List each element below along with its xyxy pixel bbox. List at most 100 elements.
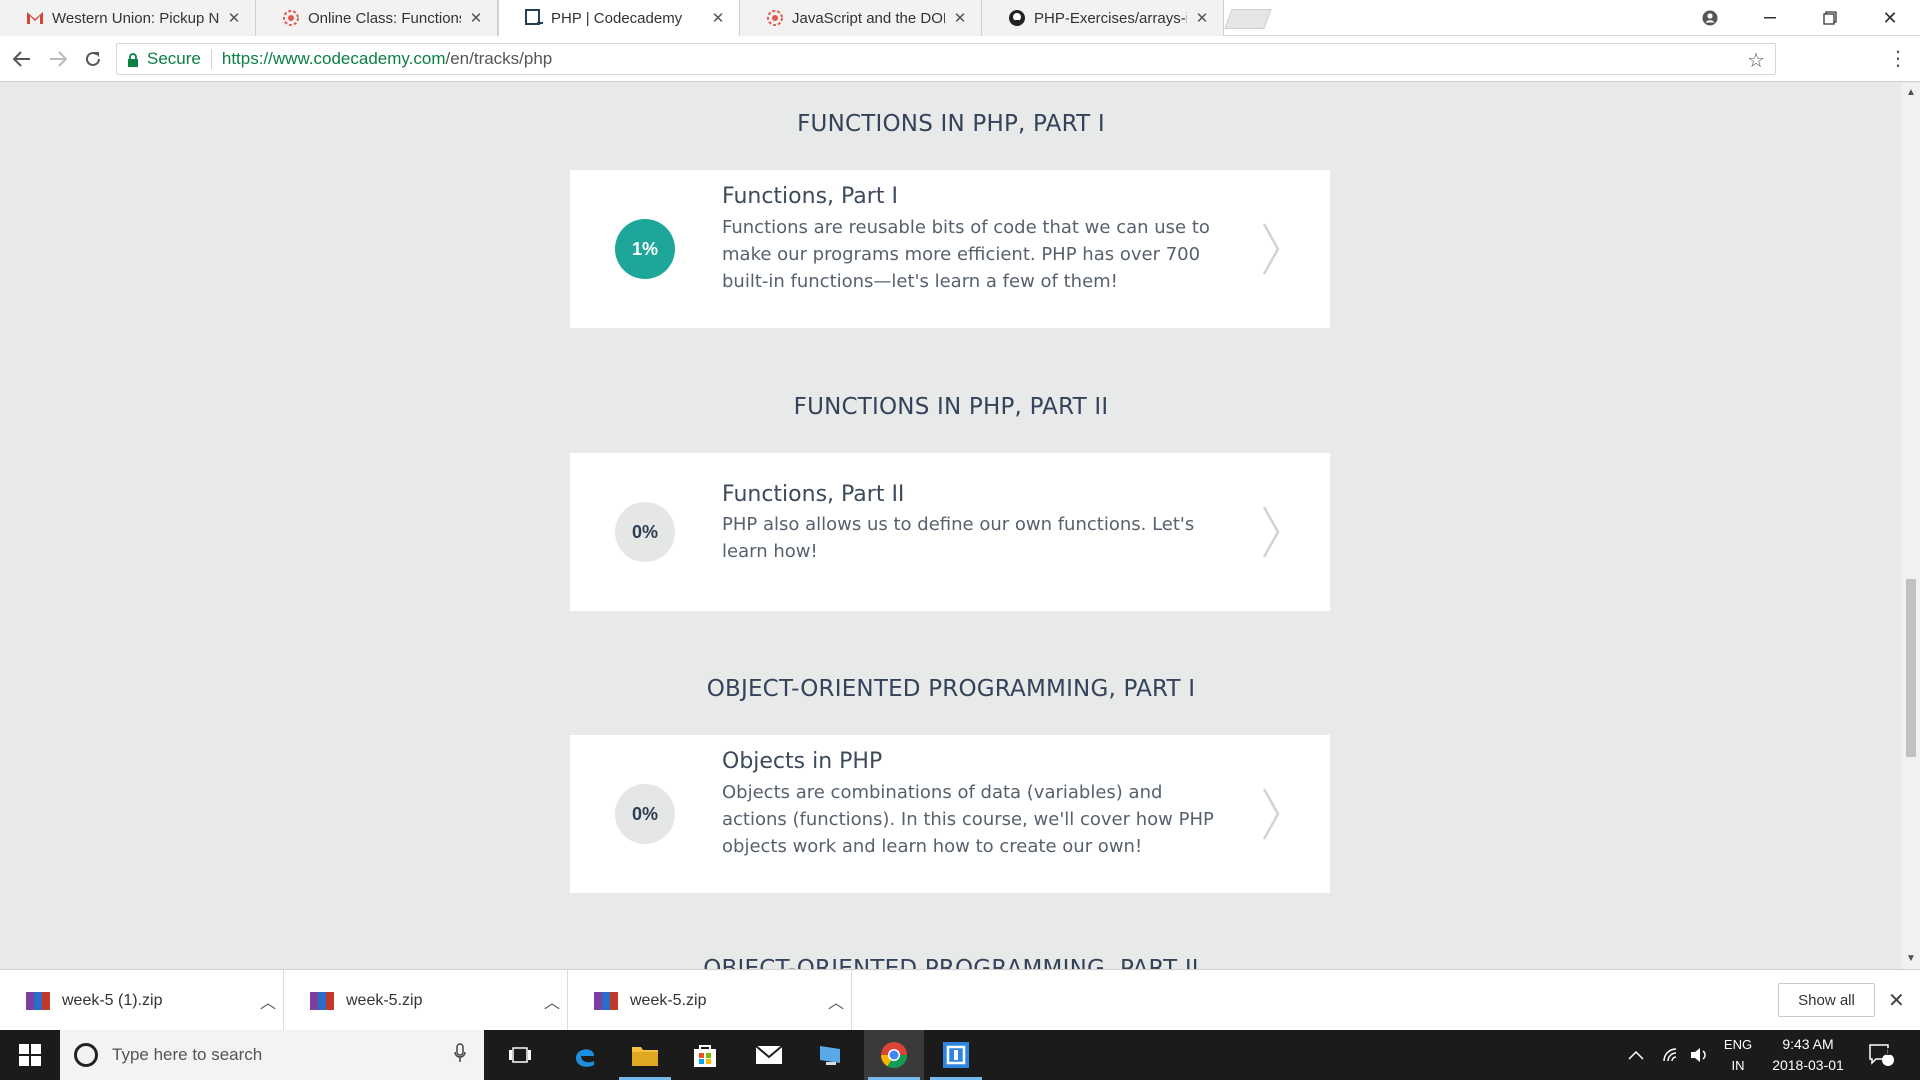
section-heading: OBJECT-ORIENTED PROGRAMMING, PART I: [706, 676, 1196, 702]
chevron-up-icon[interactable]: ︿: [821, 989, 851, 1013]
address-bar[interactable]: Secure https://www.codecademy.com/en/tra…: [116, 43, 1776, 75]
task-view-icon[interactable]: [490, 1030, 550, 1080]
scrollbar-thumb[interactable]: [1906, 579, 1916, 757]
tab-title: Online Class: Functions P: [308, 9, 461, 27]
download-item[interactable]: week-5.zip ︿: [568, 970, 852, 1031]
course-card-objects-in-php[interactable]: 0% Objects in PHP Objects are combinatio…: [570, 735, 1330, 893]
divider: [210, 49, 212, 69]
chevron-right-icon[interactable]: [1260, 222, 1282, 276]
chevron-up-icon[interactable]: ︿: [537, 989, 567, 1013]
page-scrollbar[interactable]: ▲ ▼: [1902, 83, 1920, 969]
tab-javascript-dom[interactable]: JavaScript and the DOM ✕: [740, 0, 982, 36]
url-host: https://www.codecademy.com: [221, 49, 446, 68]
course-title: Objects in PHP: [722, 749, 883, 774]
action-center-notification-icon[interactable]: 1: [1868, 1030, 1894, 1080]
course-card-functions-part-2[interactable]: 0% Functions, Part II PHP also allows us…: [570, 453, 1330, 611]
course-card-functions-part-1[interactable]: 1% Functions, Part I Functions are reusa…: [570, 170, 1330, 328]
show-hidden-icons-chevron-up-icon[interactable]: [1628, 1030, 1644, 1080]
scroll-up-arrow-icon[interactable]: ▲: [1902, 87, 1920, 98]
tab-title: JavaScript and the DOM: [792, 9, 945, 27]
winrar-archive-icon: [310, 991, 334, 1010]
codecademy-icon: [525, 9, 543, 27]
search-placeholder: Type here to search: [112, 1045, 263, 1064]
gmail-icon: [26, 9, 44, 27]
close-shelf-icon[interactable]: ✕: [1888, 988, 1905, 1013]
progress-badge: 0%: [615, 784, 675, 844]
chevron-right-icon[interactable]: [1260, 787, 1282, 841]
udemy-icon: [282, 9, 300, 27]
bookmark-star-icon[interactable]: ☆: [1747, 48, 1765, 73]
close-tab-icon[interactable]: ✕: [225, 9, 243, 27]
download-item[interactable]: week-5 (1).zip ︿: [0, 970, 284, 1031]
github-icon: [1008, 9, 1026, 27]
clock-time: 9:43 AM: [1782, 1036, 1834, 1052]
winrar-archive-icon: [594, 991, 618, 1010]
tab-php-exercises[interactable]: PHP-Exercises/arrays-in- ✕: [982, 0, 1224, 36]
notification-count: 1: [1885, 1047, 1891, 1058]
back-button[interactable]: [8, 45, 36, 73]
system-clock[interactable]: 9:43 AM 2018-03-01: [1760, 1034, 1856, 1076]
browser-toolbar: Secure https://www.codecademy.com/en/tra…: [0, 36, 1920, 82]
windows-taskbar: Type here to search ENG IN 9:43 AM 2018-…: [0, 1030, 1920, 1080]
close-window-button[interactable]: ✕: [1860, 0, 1920, 36]
progress-badge: 0%: [615, 502, 675, 562]
downloads-shelf: week-5 (1).zip ︿ week-5.zip ︿ week-5.zip…: [0, 969, 1920, 1031]
restore-window-button[interactable]: [1800, 0, 1860, 36]
clock-date: 2018-03-01: [1772, 1057, 1844, 1073]
input-language-indicator[interactable]: ENG IN: [1718, 1034, 1758, 1076]
chevron-right-icon[interactable]: [1260, 505, 1282, 559]
tab-title: PHP | Codecademy: [551, 9, 683, 27]
tab-title: Western Union: Pickup N: [52, 9, 219, 27]
cortana-icon: [74, 1043, 98, 1067]
microphone-icon[interactable]: [454, 1042, 484, 1068]
chrome-menu-icon[interactable]: ⋮: [1888, 46, 1908, 71]
close-tab-icon[interactable]: ✕: [1193, 9, 1211, 27]
section-heading: FUNCTIONS IN PHP, PART II: [793, 394, 1109, 420]
lock-icon: [127, 52, 139, 67]
course-description: PHP also allows us to define our own fun…: [722, 514, 1195, 562]
tab-php-codecademy[interactable]: PHP | Codecademy ✕: [498, 0, 740, 36]
chrome-browser-icon[interactable]: [864, 1030, 924, 1080]
tab-title: PHP-Exercises/arrays-in-: [1034, 9, 1187, 27]
scroll-down-arrow-icon[interactable]: ▼: [1902, 953, 1920, 964]
file-explorer-icon[interactable]: [615, 1030, 675, 1080]
windows-start-button[interactable]: [0, 1030, 60, 1080]
volume-icon[interactable]: [1690, 1030, 1710, 1080]
udemy-icon: [766, 9, 784, 27]
codecademy-app-icon[interactable]: [926, 1030, 986, 1080]
progress-badge: 1%: [615, 219, 675, 279]
new-tab-button[interactable]: [1224, 9, 1272, 29]
section-heading: FUNCTIONS IN PHP, PART I: [797, 111, 1105, 137]
language-code: ENG: [1723, 1037, 1753, 1052]
forward-button[interactable]: [44, 45, 72, 73]
download-item[interactable]: week-5.zip ︿: [284, 970, 568, 1031]
url-path: /en/tracks/php: [445, 49, 553, 68]
show-all-downloads-button[interactable]: Show all: [1778, 983, 1875, 1017]
secure-label: Secure: [147, 49, 201, 68]
download-filename: week-5.zip: [346, 991, 423, 1009]
region-code: IN: [1731, 1058, 1745, 1073]
tab-western-union[interactable]: Western Union: Pickup N ✕: [0, 0, 256, 36]
tab-online-class[interactable]: Online Class: Functions P ✕: [256, 0, 498, 36]
wifi-icon[interactable]: [1662, 1030, 1682, 1080]
section-heading: OBJECT-ORIENTED PROGRAMMING, PART II: [703, 956, 1199, 969]
remote-desktop-icon[interactable]: [800, 1030, 860, 1080]
course-description: Objects are combinations of data (variab…: [722, 782, 1214, 857]
close-tab-icon[interactable]: ✕: [951, 9, 969, 27]
reload-button[interactable]: [79, 45, 107, 73]
taskbar-search-box[interactable]: Type here to search: [60, 1030, 484, 1080]
course-title: Functions, Part II: [722, 482, 905, 507]
chevron-up-icon[interactable]: ︿: [253, 989, 283, 1013]
minimize-window-button[interactable]: [1740, 0, 1800, 36]
store-icon[interactable]: [675, 1030, 735, 1080]
course-description: Functions are reusable bits of code that…: [722, 217, 1210, 292]
close-tab-icon[interactable]: ✕: [709, 9, 727, 27]
tab-strip: Western Union: Pickup N ✕ Online Class: …: [0, 0, 1920, 36]
download-filename: week-5 (1).zip: [62, 991, 163, 1009]
edge-browser-icon[interactable]: [555, 1030, 615, 1080]
winrar-archive-icon: [26, 991, 50, 1010]
profile-icon[interactable]: [1680, 0, 1740, 36]
close-tab-icon[interactable]: ✕: [467, 9, 485, 27]
page-content: FUNCTIONS IN PHP, PART I 1% Functions, P…: [0, 83, 1902, 969]
mail-icon[interactable]: [739, 1030, 799, 1080]
